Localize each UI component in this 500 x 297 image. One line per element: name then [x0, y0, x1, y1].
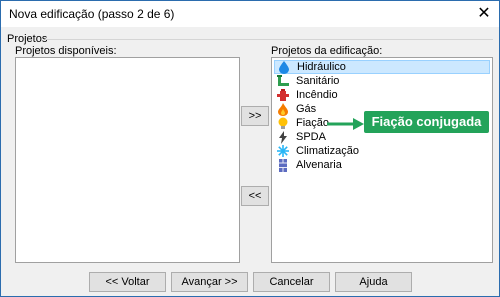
list-item-label: Hidráulico — [297, 61, 346, 73]
list-item-label: SPDA — [296, 131, 326, 143]
list-item-label: Gás — [296, 103, 317, 115]
list-item-climatizacao[interactable]: Climatização — [274, 144, 490, 158]
snowflake-icon — [276, 144, 290, 158]
list-item-label: Sanitário — [296, 75, 340, 87]
gas-flame-icon — [276, 102, 290, 116]
list-item-incendio[interactable]: Incêndio — [274, 88, 490, 102]
callout-arrow-icon — [327, 117, 365, 134]
pipe-icon — [276, 74, 290, 88]
building-projects-label: Projetos da edificação: — [271, 45, 383, 57]
help-button[interactable]: Ajuda — [335, 272, 412, 292]
list-item-label: Climatização — [296, 145, 359, 157]
list-item-sanitario[interactable]: Sanitário — [274, 74, 490, 88]
available-projects-list[interactable] — [15, 57, 240, 263]
list-item-label: Fiação — [296, 117, 330, 129]
building-projects-list[interactable]: Hidráulico Sanitário Incêndio Gás Fiação — [271, 57, 493, 263]
back-button[interactable]: << Voltar — [89, 272, 166, 292]
dialog-window: Nova edificação (passo 2 de 6) ✕ Projeto… — [0, 0, 500, 297]
fire-hydrant-icon — [276, 88, 290, 102]
window-title: Nova edificação (passo 2 de 6) — [9, 7, 175, 21]
list-item-label: Incêndio — [296, 89, 338, 101]
close-button[interactable]: ✕ — [475, 5, 493, 23]
group-divider — [45, 39, 493, 40]
water-drop-icon — [277, 60, 291, 74]
list-item-label: Alvenaria — [296, 159, 342, 171]
callout-label: Fiação conjugada — [364, 111, 489, 133]
available-projects-label: Projetos disponíveis: — [15, 45, 117, 57]
lightning-icon — [276, 130, 290, 144]
cancel-button[interactable]: Cancelar — [253, 272, 330, 292]
list-item-hidraulico[interactable]: Hidráulico — [274, 60, 490, 74]
light-bulb-icon — [276, 116, 290, 130]
list-item-alvenaria[interactable]: Alvenaria — [274, 158, 490, 172]
next-button[interactable]: Avançar >> — [171, 272, 248, 292]
group-label: Projetos — [7, 33, 48, 45]
wall-icon — [276, 158, 290, 172]
add-project-button[interactable]: >> — [241, 106, 269, 126]
title-bar: Nova edificação (passo 2 de 6) ✕ — [1, 1, 499, 27]
remove-project-button[interactable]: << — [241, 186, 269, 206]
